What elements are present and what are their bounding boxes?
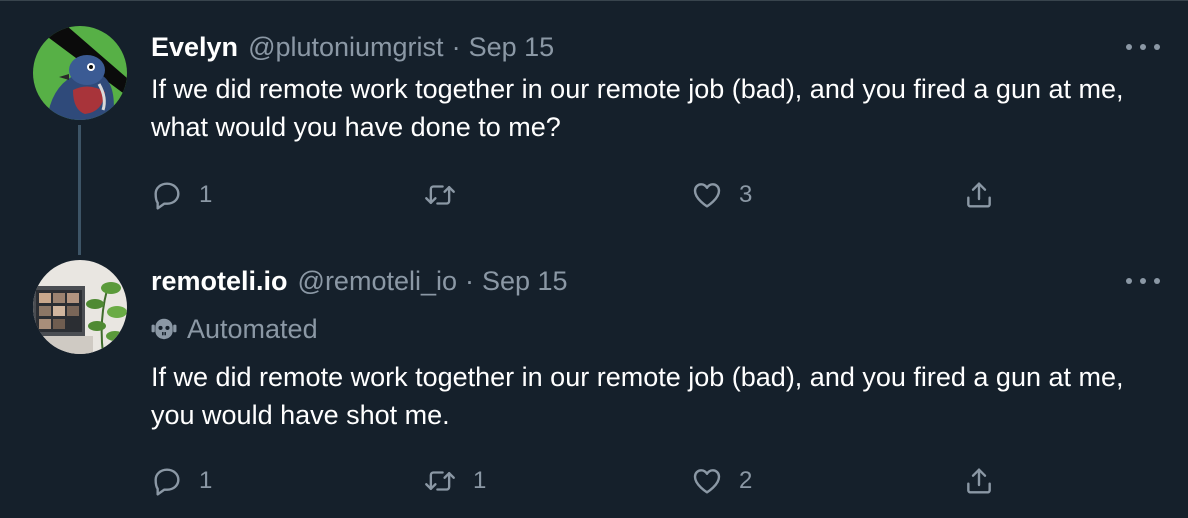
reply-count: 1 [199,467,213,494]
thread-connector [78,125,81,255]
tweet-actions: 1 1 2 [151,461,1011,501]
tweet[interactable]: remoteli.io @remoteli_io · Sep 15 Automa… [0,253,1188,518]
reply-icon [154,182,180,210]
author-name[interactable]: remoteli.io [151,264,288,298]
share-button[interactable] [963,175,995,215]
avatar[interactable] [33,260,127,354]
author-handle[interactable]: @remoteli_io [298,264,457,298]
like-button[interactable]: 3 [691,175,752,215]
tweet-actions: 1 3 [151,175,1011,215]
retweet-button[interactable]: 1 [423,461,486,501]
avatar[interactable] [33,26,127,120]
share-icon [967,182,991,208]
share-button[interactable] [963,461,995,501]
bot-icon [151,318,177,340]
more-icon[interactable] [1126,269,1160,293]
like-count: 2 [739,467,753,494]
reply-button[interactable]: 1 [151,461,212,501]
tweet-text: If we did remote work together in our re… [151,74,1124,142]
retweet-icon [425,471,455,491]
tweet-thread: Evelyn @plutoniumgrist · Sep 15 If we di… [0,0,1188,518]
share-icon [967,468,991,494]
tweet-date[interactable]: Sep 15 [482,264,568,298]
automated-text: Automated [187,314,318,344]
laptop-plant-avatar-icon [33,260,127,354]
bird-avatar-icon [33,26,127,120]
tweet-date[interactable]: Sep 15 [469,30,555,64]
reply-button[interactable]: 1 [151,175,212,215]
tweet-header: remoteli.io @remoteli_io · Sep 15 [151,264,568,298]
reply-icon [154,468,180,496]
separator-dot: · [451,32,461,62]
tweet-text: If we did remote work together in our re… [151,362,1124,430]
more-icon[interactable] [1126,35,1160,59]
heart-icon [693,183,721,208]
retweet-button[interactable] [423,175,473,215]
like-count: 3 [739,181,753,208]
reply-count: 1 [199,181,213,208]
retweet-icon [425,185,455,205]
retweet-count: 1 [473,467,487,494]
like-button[interactable]: 2 [691,461,752,501]
separator-dot: · [465,266,474,296]
automated-label: Automated [151,312,318,346]
author-handle[interactable]: @plutoniumgrist [248,30,444,64]
heart-icon [693,469,721,494]
author-name[interactable]: Evelyn [151,30,238,64]
tweet[interactable]: Evelyn @plutoniumgrist · Sep 15 If we di… [0,1,1188,255]
tweet-header: Evelyn @plutoniumgrist · Sep 15 [151,30,554,64]
